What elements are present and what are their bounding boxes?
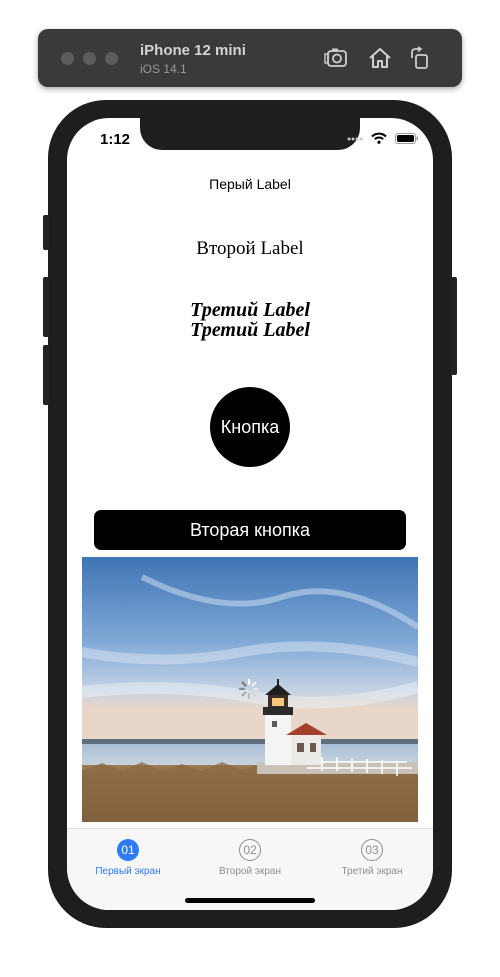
activity-spinner-icon	[238, 678, 260, 700]
lighthouse-image	[82, 557, 418, 822]
screenshot-icon[interactable]	[323, 46, 349, 70]
signal-icon	[347, 137, 363, 141]
tab-third-screen[interactable]: 03 Третий экран	[311, 839, 433, 879]
third-label-line-1: Третий Label	[190, 299, 310, 321]
status-time: 1:12	[100, 131, 131, 148]
battery-icon	[395, 133, 418, 144]
phone-screen: 1:12 Перый Label Второй Label Третий Lab…	[67, 118, 433, 910]
home-indicator[interactable]	[185, 898, 315, 903]
first-label: Перый Label	[209, 176, 291, 192]
tab-label: Третий экран	[341, 866, 403, 877]
wifi-icon	[371, 132, 387, 144]
volume-down-button[interactable]	[43, 345, 49, 405]
rotate-icon[interactable]	[407, 46, 433, 70]
os-version: iOS 14.1	[140, 62, 187, 76]
second-label: Второй Label	[196, 238, 304, 259]
mute-switch[interactable]	[43, 215, 49, 250]
tab-first-screen[interactable]: 01 Первый экран	[67, 839, 189, 879]
tab-second-screen[interactable]: 02 Второй экран	[189, 839, 311, 879]
tab-number-badge: 03	[361, 839, 383, 861]
volume-up-button[interactable]	[43, 277, 49, 337]
zoom-window-button[interactable]	[105, 52, 118, 65]
tab-number-badge: 01	[117, 839, 139, 861]
close-window-button[interactable]	[61, 52, 74, 65]
notch	[140, 118, 360, 150]
power-button[interactable]	[451, 277, 457, 375]
third-label-line-2: Третий Label	[190, 319, 310, 341]
round-button[interactable]: Кнопка	[210, 387, 290, 467]
second-button[interactable]: Вторая кнопка	[94, 510, 406, 550]
tab-label: Первый экран	[95, 866, 161, 877]
home-icon[interactable]	[367, 46, 393, 70]
simulator-toolbar: iPhone 12 mini iOS 14.1	[38, 29, 462, 87]
tab-label: Второй экран	[219, 866, 281, 877]
third-label: Третий Label Третий Label	[67, 300, 433, 340]
minimize-window-button[interactable]	[83, 52, 96, 65]
device-name: iPhone 12 mini	[140, 42, 246, 59]
tab-number-badge: 02	[239, 839, 261, 861]
